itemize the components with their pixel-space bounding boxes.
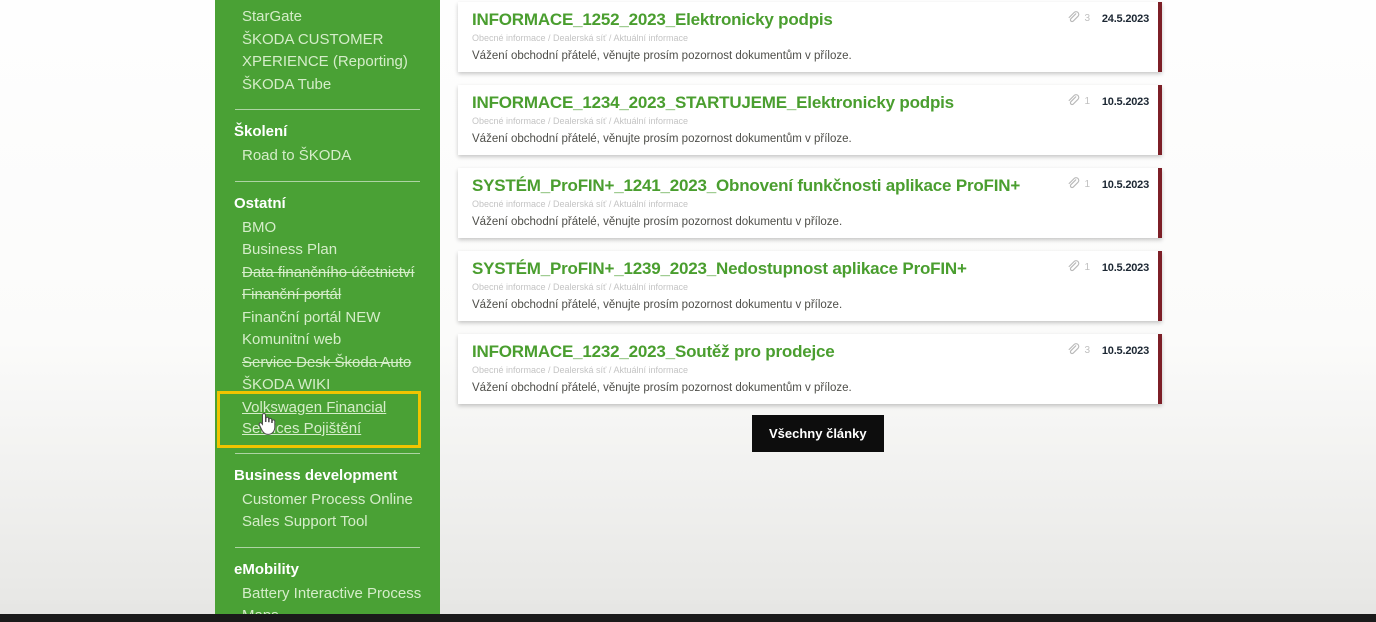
sidebar-item-label: XPERIENCE (Reporting): [242, 53, 408, 70]
paperclip-icon: [1066, 11, 1080, 25]
sidebar-section-title-ostatni: Ostatní: [215, 194, 440, 214]
sidebar-item-battery-interactive-process[interactable]: Battery Interactive Process: [215, 583, 440, 606]
sidebar-item-label: Finanční portál: [242, 286, 341, 303]
attachment-indicator: 1: [1066, 260, 1090, 274]
sidebar-item-financni-portal[interactable]: Finanční portál: [215, 284, 440, 307]
sidebar-item-label: Service Desk Škoda Auto: [242, 354, 411, 371]
sidebar-item-sales-support-tool[interactable]: Sales Support Tool: [215, 511, 440, 534]
sidebar-item-financni-portal-new[interactable]: Finanční portál NEW: [215, 307, 440, 330]
sidebar-item-bmo[interactable]: BMO: [215, 217, 440, 240]
article-date: 10.5.2023: [1102, 96, 1149, 108]
article-list: INFORMACE_1252_2023_Elektronicky podpis O…: [458, 2, 1162, 417]
article-excerpt: Vážení obchodní přátelé, věnujte prosím …: [472, 382, 1067, 394]
sidebar-item-road-to-skoda[interactable]: Road to ŠKODA: [215, 145, 440, 168]
article-card[interactable]: INFORMACE_1234_2023_STARTUJEME_Elektroni…: [458, 85, 1162, 155]
sidebar-item-label: Customer Process Online: [242, 491, 413, 508]
sidebar-divider: [235, 453, 420, 454]
article-breadcrumb: Obecné informace / Dealerská síť / Aktuá…: [472, 116, 1067, 126]
attachment-count: 1: [1084, 262, 1090, 273]
paperclip-icon: [1066, 177, 1080, 191]
sidebar-item-label: Komunitní web: [242, 331, 341, 348]
sidebar-section-title-emobility: eMobility: [215, 560, 440, 580]
article-title[interactable]: INFORMACE_1252_2023_Elektronicky podpis: [472, 10, 1067, 30]
paperclip-icon: [1066, 94, 1080, 108]
sidebar-item-label: Sales Support Tool: [242, 513, 368, 530]
sidebar-item-skoda-tube[interactable]: ŠKODA Tube: [215, 74, 440, 97]
article-card[interactable]: INFORMACE_1232_2023_Soutěž pro prodejce O…: [458, 334, 1162, 404]
sidebar-item-xperience-reporting[interactable]: XPERIENCE (Reporting): [215, 51, 440, 74]
attachment-indicator: 1: [1066, 177, 1090, 191]
attachment-indicator: 1: [1066, 94, 1090, 108]
bottom-bar: [0, 614, 1376, 622]
card-accent-stripe: [1158, 85, 1162, 155]
sidebar-item-label: BMO: [242, 219, 276, 236]
sidebar-item-business-plan[interactable]: Business Plan: [215, 239, 440, 262]
article-card[interactable]: SYSTÉM_ProFIN+_1239_2023_Nedostupnost ap…: [458, 251, 1162, 321]
article-title[interactable]: SYSTÉM_ProFIN+_1239_2023_Nedostupnost ap…: [472, 259, 1067, 279]
sidebar-item-label: ŠKODA CUSTOMER: [242, 31, 383, 48]
sidebar-item-label: StarGate: [242, 8, 302, 25]
article-breadcrumb: Obecné informace / Dealerská síť / Aktuá…: [472, 282, 1067, 292]
sidebar-item-volkswagen-financial-services-pojisteni[interactable]: Volkswagen Financial Services Pojištění: [215, 397, 411, 440]
sidebar-item-label: Road to ŠKODA: [242, 147, 351, 164]
card-accent-stripe: [1158, 251, 1162, 321]
sidebar-item-label: Volkswagen Financial Services Pojištění: [242, 399, 386, 438]
sidebar-item-label: Data finančního účetnictví: [242, 264, 415, 281]
article-excerpt: Vážení obchodní přátelé, věnujte prosím …: [472, 133, 1067, 145]
attachment-indicator: 3: [1066, 11, 1090, 25]
article-date: 10.5.2023: [1102, 179, 1149, 191]
article-date: 10.5.2023: [1102, 262, 1149, 274]
card-accent-stripe: [1158, 168, 1162, 238]
sidebar-item-stargate[interactable]: StarGate: [215, 6, 440, 29]
sidebar-item-skoda-wiki[interactable]: ŠKODA WIKI: [215, 374, 440, 397]
article-date: 24.5.2023: [1102, 13, 1149, 25]
card-accent-stripe: [1158, 334, 1162, 404]
sidebar-divider: [235, 547, 420, 548]
attachment-count: 1: [1084, 179, 1090, 190]
article-title[interactable]: SYSTÉM_ProFIN+_1241_2023_Obnovení funkčn…: [472, 176, 1067, 196]
sidebar-item-data-financniho-ucetnictvi[interactable]: Data finančního účetnictví: [215, 262, 440, 285]
sidebar-section-title-business-development: Business development: [215, 466, 440, 486]
article-excerpt: Vážení obchodní přátelé, věnujte prosím …: [472, 50, 1067, 62]
sidebar-item-customer-process-online[interactable]: Customer Process Online: [215, 489, 440, 512]
attachment-count: 1: [1084, 96, 1090, 107]
article-breadcrumb: Obecné informace / Dealerská síť / Aktuá…: [472, 199, 1067, 209]
sidebar-item-skoda-customer[interactable]: ŠKODA CUSTOMER: [215, 29, 440, 52]
sidebar: StarGate ŠKODA CUSTOMER XPERIENCE (Reporti…: [215, 0, 440, 614]
attachment-indicator: 3: [1066, 343, 1090, 357]
attachment-count: 3: [1084, 13, 1090, 24]
paperclip-icon: [1066, 260, 1080, 274]
sidebar-item-label: Finanční portál NEW: [242, 309, 380, 326]
article-card[interactable]: INFORMACE_1252_2023_Elektronicky podpis O…: [458, 2, 1162, 72]
attachment-count: 3: [1084, 345, 1090, 356]
sidebar-item-label: ŠKODA Tube: [242, 76, 331, 93]
article-date: 10.5.2023: [1102, 345, 1149, 357]
article-excerpt: Vážení obchodní přátelé, věnujte prosím …: [472, 299, 1067, 311]
sidebar-divider: [235, 109, 420, 110]
sidebar-item-service-desk-skoda-auto[interactable]: Service Desk Škoda Auto: [215, 352, 440, 375]
card-accent-stripe: [1158, 2, 1162, 72]
sidebar-section-title-skoleni: Školení: [215, 122, 440, 142]
article-breadcrumb: Obecné informace / Dealerská síť / Aktuá…: [472, 365, 1067, 375]
all-articles-button[interactable]: Všechny články: [752, 415, 884, 452]
sidebar-item-label: Battery Interactive Process: [242, 585, 421, 602]
article-excerpt: Vážení obchodní přátelé, věnujte prosím …: [472, 216, 1067, 228]
article-title[interactable]: INFORMACE_1232_2023_Soutěž pro prodejce: [472, 342, 1067, 362]
article-title[interactable]: INFORMACE_1234_2023_STARTUJEME_Elektroni…: [472, 93, 1067, 113]
article-card[interactable]: SYSTÉM_ProFIN+_1241_2023_Obnovení funkčn…: [458, 168, 1162, 238]
sidebar-divider: [235, 181, 420, 182]
article-breadcrumb: Obecné informace / Dealerská síť / Aktuá…: [472, 33, 1067, 43]
sidebar-item-label: ŠKODA WIKI: [242, 376, 330, 393]
sidebar-item-komunitni-web[interactable]: Komunitní web: [215, 329, 440, 352]
sidebar-item-label: Business Plan: [242, 241, 337, 258]
paperclip-icon: [1066, 343, 1080, 357]
